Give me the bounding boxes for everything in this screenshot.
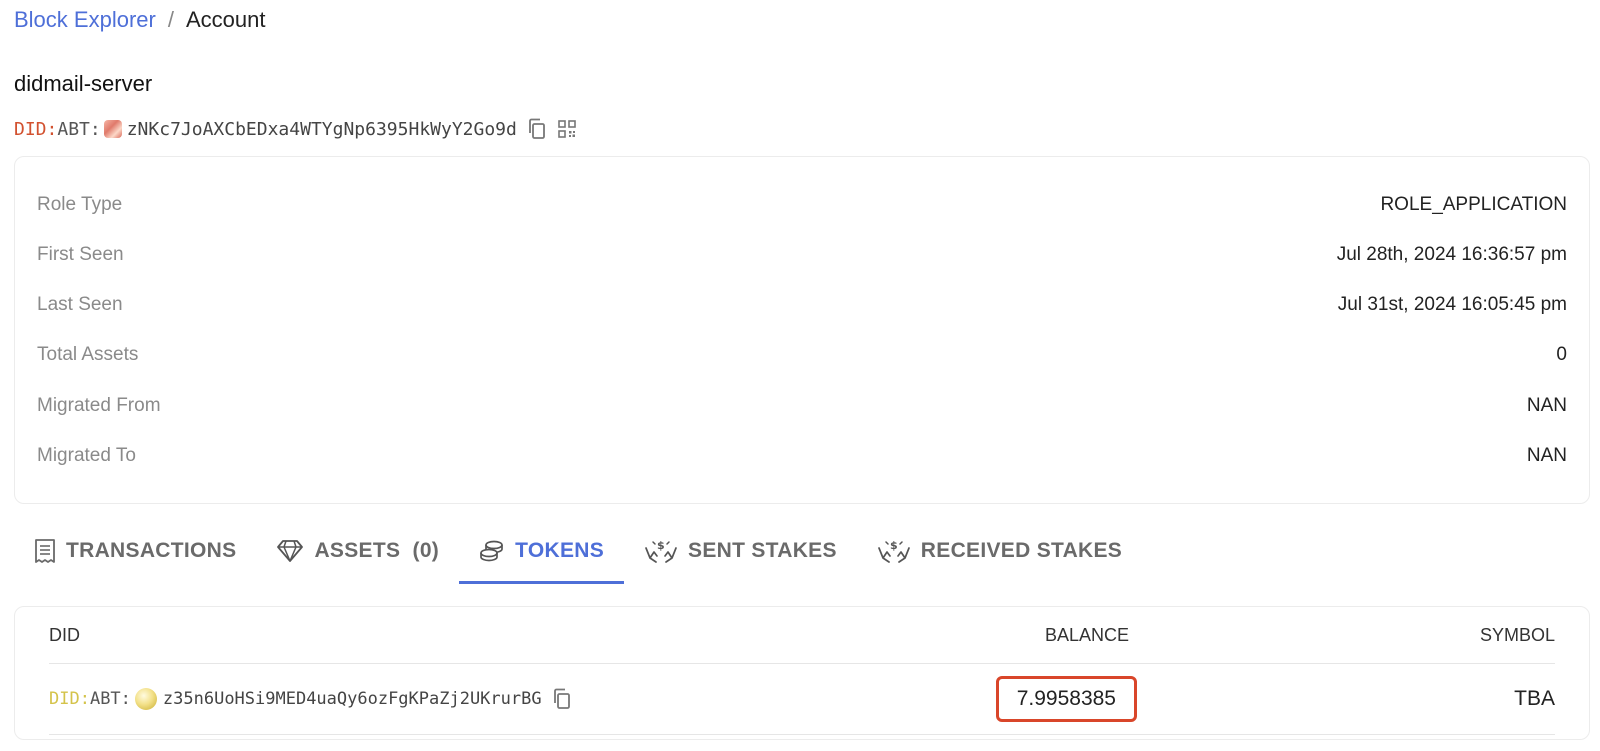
token-did: DID: ABT: z35n6UoHSi9MED4uaQy6ozFgKPaZj2… [49,688,829,710]
page-title: didmail-server [14,71,153,96]
tab-label: RECEIVED STAKES [920,539,1123,562]
account-info-card: Role Type ROLE_APPLICATION First Seen Ju… [14,156,1590,504]
info-row-total-assets: Total Assets 0 [37,340,1567,370]
hand-coin-icon: $ [877,538,911,564]
tab-label: ASSETS (0) [314,539,440,562]
info-label: Migrated From [37,395,161,416]
account-tabs: TRANSACTIONS ASSETS (0) TOKENS $ SENT ST… [14,518,1142,584]
account-page: Block Explorer / Account didmail-server … [0,0,1600,751]
info-value: ROLE_APPLICATION [1380,194,1567,215]
table-header: DID BALANCE SYMBOL [49,607,1555,664]
info-row-migrated-from: Migrated From NAN [37,391,1567,421]
column-header-balance: BALANCE [1044,624,1129,645]
tab-tokens[interactable]: TOKENS [459,518,624,584]
tab-label: TRANSACTIONS [66,539,237,562]
hand-coin-icon: $ [644,538,678,564]
tab-received-stakes[interactable]: $ RECEIVED STAKES [857,518,1142,584]
info-label: Migrated To [37,445,136,466]
did-prefix: DID: [49,689,90,709]
info-row-migrated-to: Migrated To NAN [37,441,1567,471]
column-header-did: DID [49,624,80,645]
info-label: First Seen [37,244,124,265]
token-avatar [134,688,157,710]
copy-icon[interactable] [552,688,572,710]
copy-icon[interactable] [527,118,547,140]
info-row-role-type: Role Type ROLE_APPLICATION [37,190,1567,220]
info-label: Role Type [37,194,123,215]
account-did: DID: ABT: zNKc7JoAXCbEDxa4WTYgNp6395HkWy… [14,116,577,142]
info-value: 0 [1556,344,1567,365]
token-balance-cell: 7.9958385 [829,676,1137,722]
did-chain: ABT: [57,118,101,140]
receipt-icon [34,538,56,564]
info-row-first-seen: First Seen Jul 28th, 2024 16:36:57 pm [37,240,1567,270]
info-value: NAN [1526,445,1567,466]
info-value: NAN [1526,395,1567,416]
info-value: Jul 31st, 2024 16:05:45 pm [1337,294,1567,315]
svg-text:$: $ [657,539,665,552]
info-label: Last Seen [37,294,123,315]
info-label: Total Assets [37,344,139,365]
breadcrumb: Block Explorer / Account [14,6,265,34]
did-address[interactable]: zNKc7JoAXCbEDxa4WTYgNp6395HkWyY2Go9d [127,119,517,140]
coins-icon [479,539,505,563]
info-value: Jul 28th, 2024 16:36:57 pm [1336,244,1567,265]
token-address-link[interactable]: z35n6UoHSi9MED4uaQy6ozFgKPaZj2UKrurBG [163,689,542,709]
did-avatar [103,120,122,138]
breadcrumb-block-explorer-link[interactable]: Block Explorer [14,6,156,34]
breadcrumb-separator: / [167,7,174,32]
svg-text:$: $ [890,539,898,552]
qr-code-icon[interactable] [557,119,577,139]
diamond-icon [276,539,304,563]
tab-label: TOKENS [515,539,605,562]
tab-label: SENT STAKES [688,539,837,562]
did-chain: ABT: [89,689,131,709]
table-row: DID: ABT: z35n6UoHSi9MED4uaQy6ozFgKPaZj2… [49,664,1555,735]
tab-sent-stakes[interactable]: $ SENT STAKES [624,518,857,584]
info-row-last-seen: Last Seen Jul 31st, 2024 16:05:45 pm [37,290,1567,320]
breadcrumb-current: Account [185,7,266,32]
column-header-symbol: SYMBOL [1479,624,1555,645]
tokens-table: DID BALANCE SYMBOL DID: ABT: z35n6UoHSi9… [14,606,1590,740]
tab-transactions[interactable]: TRANSACTIONS [14,518,256,584]
did-prefix: DID: [14,118,58,140]
token-symbol: TBA [1514,687,1555,710]
tab-assets[interactable]: ASSETS (0) [256,518,459,584]
token-balance: 7.9958385 [995,676,1137,722]
